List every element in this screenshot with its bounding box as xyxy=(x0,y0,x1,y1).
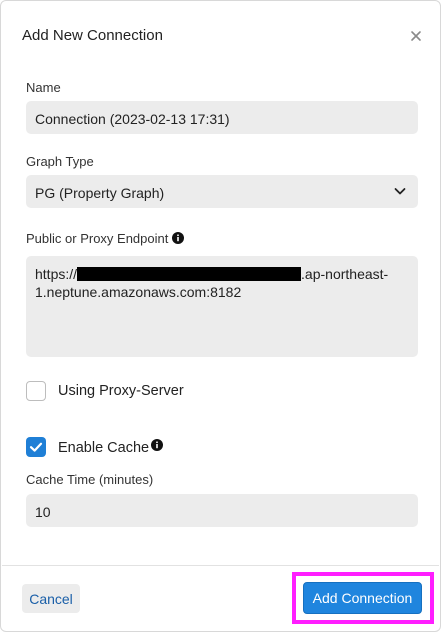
dialog-title: Add New Connection xyxy=(22,27,163,44)
endpoint-prefix: https:// xyxy=(35,266,78,282)
info-icon xyxy=(151,439,163,451)
graph-type-label: Graph Type xyxy=(26,154,94,169)
checkmark-icon xyxy=(29,442,43,452)
close-icon[interactable] xyxy=(408,28,424,44)
cache-checkbox[interactable] xyxy=(26,437,46,457)
redacted-block xyxy=(77,267,302,281)
footer-divider xyxy=(2,565,439,566)
add-connection-dialog: Add New Connection Name Connection (2023… xyxy=(0,0,441,632)
graph-type-value: PG (Property Graph) xyxy=(35,185,165,201)
cache-time-input[interactable]: 10 xyxy=(26,494,418,527)
cache-time-value: 10 xyxy=(35,504,51,520)
graph-type-select[interactable]: PG (Property Graph) xyxy=(26,175,418,208)
cancel-button[interactable]: Cancel xyxy=(22,584,80,613)
name-input-value: Connection (2023-02-13 17:31) xyxy=(35,111,230,127)
endpoint-label: Public or Proxy Endpoint xyxy=(26,231,169,246)
chevron-down-icon xyxy=(394,188,406,195)
endpoint-textarea[interactable]: https:// .ap-northeast- 1.neptune.amazona… xyxy=(26,256,418,357)
endpoint-line-2: 1.neptune.amazonaws.com:8182 xyxy=(35,284,242,300)
name-label: Name xyxy=(26,80,61,95)
proxy-label: Using Proxy-Server xyxy=(58,383,184,399)
add-connection-button[interactable]: Add Connection xyxy=(303,582,422,614)
name-input[interactable]: Connection (2023-02-13 17:31) xyxy=(26,101,418,134)
info-icon xyxy=(172,232,184,244)
endpoint-suffix: .ap-northeast- xyxy=(301,266,389,282)
proxy-checkbox[interactable] xyxy=(26,381,46,401)
cache-label: Enable Cache xyxy=(58,440,150,456)
cache-time-label: Cache Time (minutes) xyxy=(26,472,154,487)
